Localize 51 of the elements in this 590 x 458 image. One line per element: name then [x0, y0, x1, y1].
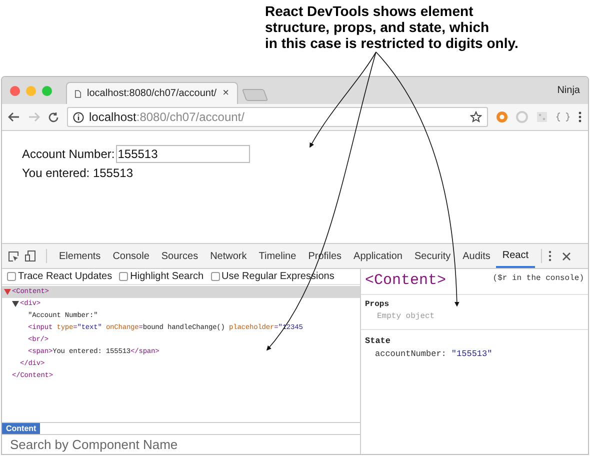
- console-hint: ($r in the console): [492, 273, 584, 285]
- checkbox-label: Trace React Updates: [18, 270, 112, 284]
- info-icon: [73, 112, 84, 122]
- close-icon[interactable]: [562, 252, 571, 260]
- account-number-field[interactable]: 155513: [116, 145, 250, 163]
- extension-icon[interactable]: [536, 111, 548, 123]
- devtools-tab[interactable]: Elements: [53, 244, 107, 268]
- expand-triangle-icon[interactable]: [12, 301, 20, 307]
- close-tab-button[interactable]: ×: [222, 85, 229, 102]
- extension-icon[interactable]: [496, 111, 508, 123]
- devtools-tab[interactable]: Application: [348, 244, 408, 268]
- checkbox[interactable]: [119, 272, 128, 281]
- section-title: State: [365, 335, 392, 348]
- reload-icon[interactable]: [48, 112, 59, 122]
- empty-props-text: Empty object: [376, 311, 436, 323]
- extension-icon[interactable]: [516, 111, 528, 123]
- menu-icon[interactable]: [578, 111, 582, 123]
- devtools-tab[interactable]: Timeline: [252, 244, 302, 268]
- section-title: Props: [365, 299, 390, 311]
- component-name: <Content>: [365, 271, 446, 292]
- state-value: "155513": [451, 348, 492, 360]
- device-icon[interactable]: [25, 250, 36, 262]
- devtools-tab[interactable]: React: [496, 244, 535, 268]
- breadcrumb-item[interactable]: Content: [2, 423, 40, 434]
- search-field[interactable]: Search by Component Name: [2, 435, 360, 454]
- devtools-tab[interactable]: Network: [204, 244, 253, 268]
- checkbox[interactable]: [7, 272, 16, 281]
- browser-tab[interactable]: localhost:8080/ch07/account/ ×: [66, 82, 238, 104]
- extension-icon[interactable]: [556, 112, 570, 122]
- checkbox-label: Highlight Search: [130, 270, 204, 284]
- checkbox[interactable]: [210, 272, 220, 281]
- new-tab-button[interactable]: [242, 89, 268, 101]
- star-icon[interactable]: [470, 111, 482, 123]
- page-icon: [75, 88, 82, 98]
- maximize-window-icon[interactable]: [42, 86, 52, 96]
- address-field[interactable]: localhost:8080/ch07/account/: [67, 107, 488, 127]
- profile-name: Ninja: [557, 84, 580, 98]
- tab-title: localhost:8080/ch07/account/: [87, 87, 217, 101]
- devtools-tab[interactable]: Audits: [456, 244, 496, 268]
- caption: React DevTools shows element structure, props, and state, which in this case is restricted to digits only.: [265, 3, 520, 51]
- entered-text: You entered: 155513: [22, 165, 134, 182]
- back-arrow-icon[interactable]: [8, 112, 20, 122]
- inspect-icon[interactable]: [8, 250, 19, 262]
- field-label: Account Number:: [22, 146, 115, 163]
- more-options-icon[interactable]: [548, 250, 552, 262]
- devtools-tab[interactable]: Console: [106, 244, 156, 268]
- devtools-tab[interactable]: Security: [408, 244, 457, 268]
- devtools-tab[interactable]: Sources: [155, 244, 204, 268]
- url-text: localhost:8080/ch07/account/: [89, 109, 244, 126]
- close-window-icon[interactable]: [10, 86, 20, 96]
- state-key: accountNumber:: [375, 348, 446, 360]
